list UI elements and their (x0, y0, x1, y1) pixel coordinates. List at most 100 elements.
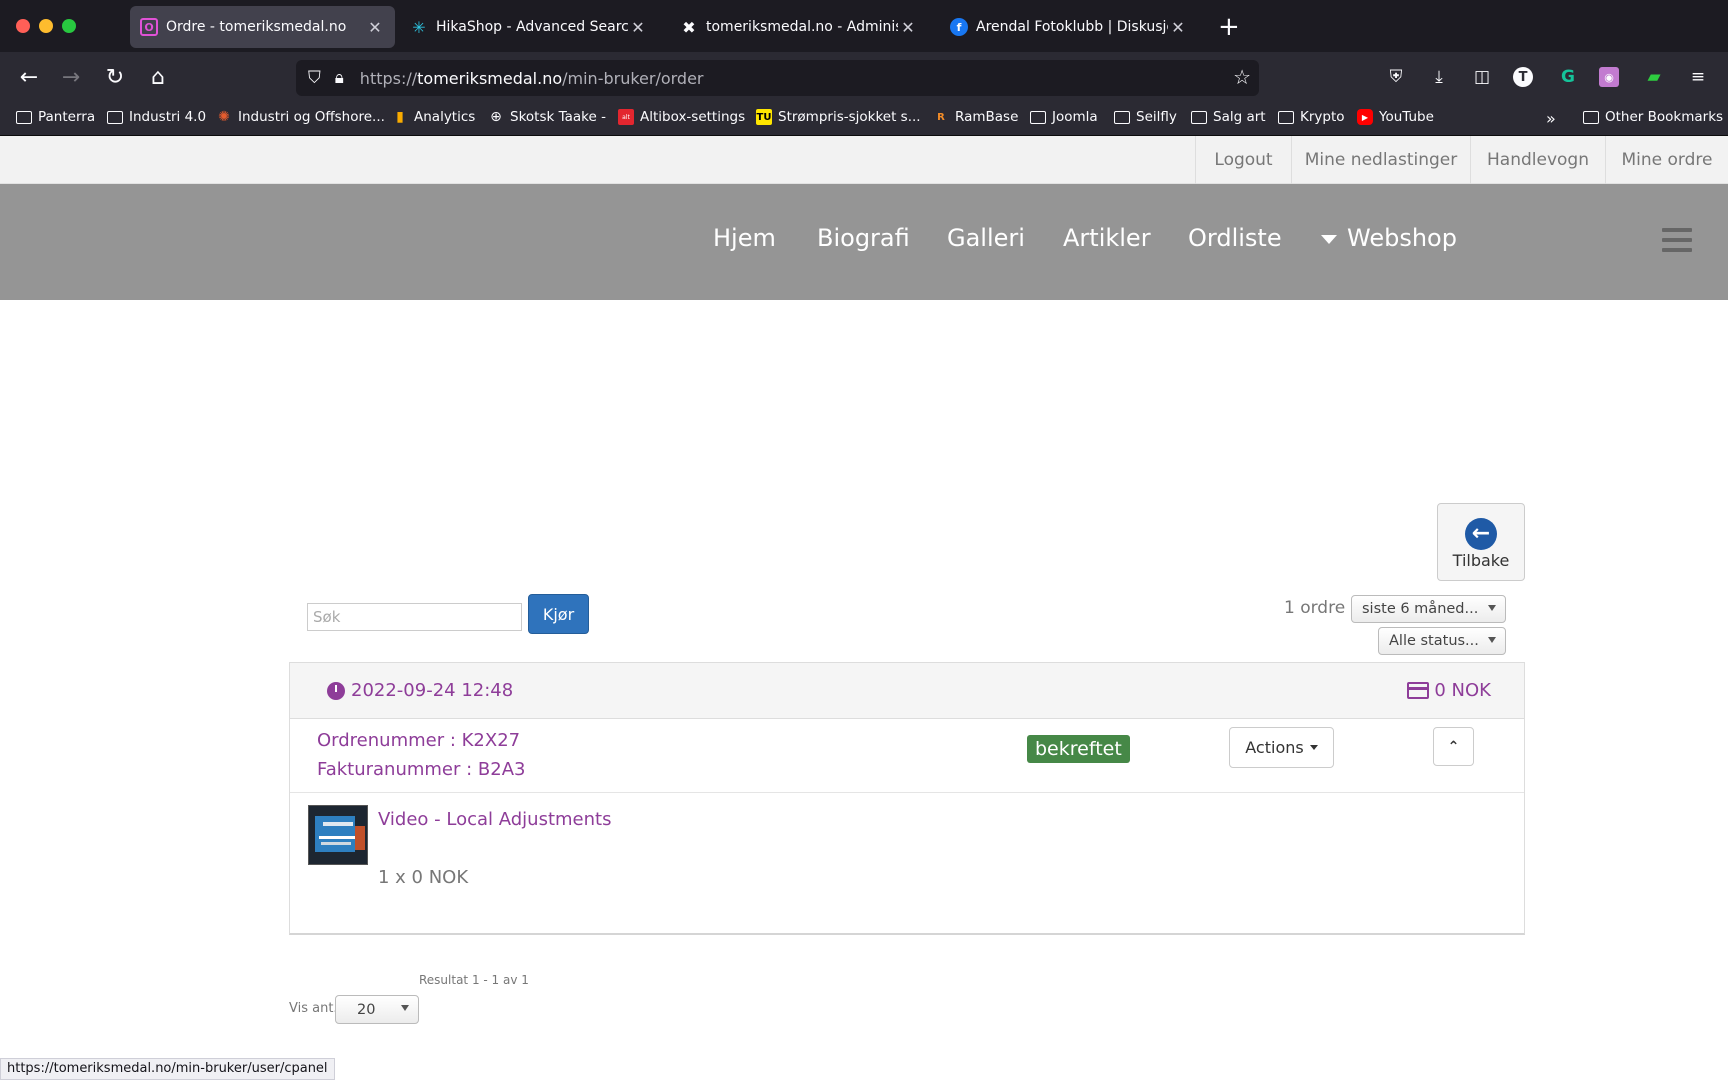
bookmark-krypto[interactable]: Krypto (1278, 109, 1345, 125)
tab-ordre[interactable]: O Ordre - tomeriksmedal.no ✕ (130, 6, 395, 48)
nav-ordliste[interactable]: Ordliste (1188, 224, 1282, 252)
url-scheme: https:// (359, 68, 418, 88)
order-total: 0 NOK (1407, 680, 1491, 701)
nav-webshop[interactable]: Webshop (1321, 224, 1457, 252)
money-extension-icon[interactable]: ▰ (1642, 65, 1666, 89)
youtube-icon: ▶ (1357, 109, 1373, 125)
back-button[interactable]: ← Tilbake (1437, 503, 1525, 581)
bookmark-analytics[interactable]: ▮ Analytics (392, 109, 475, 125)
bookmark-label: YouTube (1379, 109, 1434, 125)
tab-close-icon[interactable]: ✕ (1168, 18, 1188, 37)
cart-link[interactable]: Handlevogn (1470, 136, 1605, 184)
product-thumbnail[interactable] (308, 805, 368, 865)
search-input[interactable] (307, 603, 522, 631)
downloads-link[interactable]: Mine nedlastinger (1291, 136, 1470, 184)
maximize-window-button[interactable] (62, 19, 76, 33)
bookmark-star-icon[interactable]: ☆ (1233, 65, 1251, 89)
back-arrow-icon[interactable]: ← (14, 62, 44, 92)
sidebar-icon[interactable]: ◫ (1470, 65, 1494, 89)
bookmark-label: Strømpris-sjokket s... (778, 109, 921, 125)
bookmark-label: Panterra (38, 109, 96, 125)
url-bar[interactable]: ⛉ 🔒︎ https://tomeriksmedal.no/min-bruker… (296, 60, 1259, 96)
bookmark-skotsk-taake[interactable]: ⊕ Skotsk Taake - (488, 109, 606, 125)
actions-dropdown-button[interactable]: Actions (1229, 727, 1334, 768)
chevron-more-icon[interactable]: » (1546, 109, 1556, 128)
shield-icon[interactable]: ⛉ (308, 68, 321, 88)
product-name-link[interactable]: Video - Local Adjustments (378, 809, 611, 830)
grammarly-icon[interactable]: G (1556, 65, 1580, 89)
bookmark-seilfly[interactable]: Seilfly (1114, 109, 1177, 125)
url-text[interactable]: https://tomeriksmedal.no/min-bruker/orde… (360, 69, 704, 88)
divider (290, 792, 1524, 793)
link-status-bar: https://tomeriksmedal.no/min-bruker/user… (0, 1058, 335, 1080)
bookmark-youtube[interactable]: ▶ YouTube (1357, 109, 1434, 125)
tab-close-icon[interactable]: ✕ (898, 18, 918, 37)
folder-icon (1583, 110, 1599, 124)
url-domain: tomeriksmedal.no (417, 68, 563, 88)
home-icon[interactable]: ⌂ (143, 62, 173, 92)
orders-link[interactable]: Mine ordre (1605, 136, 1728, 184)
nav-galleri[interactable]: Galleri (947, 224, 1025, 252)
collapse-toggle-button[interactable]: ⌃ (1433, 727, 1474, 766)
logout-link[interactable]: Logout (1195, 136, 1291, 184)
invoice-number-link[interactable]: Fakturanummer : B2A3 (317, 759, 526, 780)
bookmark-industri-offshore[interactable]: ✺ Industri og Offshore... (216, 109, 385, 125)
folder-icon (1114, 110, 1130, 124)
bookmark-label: Other Bookmarks (1605, 109, 1724, 125)
bookmark-salg-art[interactable]: Salg art (1191, 109, 1266, 125)
tu-icon: TU (756, 109, 772, 125)
pocket-icon[interactable]: ⛨ (1384, 65, 1408, 89)
bookmark-rambase[interactable]: R RamBase (933, 109, 1018, 125)
hamburger-menu-icon[interactable] (1662, 228, 1692, 258)
download-icon[interactable]: ⤓ (1427, 65, 1451, 89)
per-page-select[interactable]: 20 (335, 995, 419, 1024)
chevron-down-icon (1488, 637, 1496, 643)
order-number-link[interactable]: Ordrenummer : K2X27 (317, 730, 520, 751)
caret-down-icon (1321, 234, 1337, 244)
tab-administration[interactable]: ✖ tomeriksmedal.no - Administrati ✕ (670, 6, 928, 48)
site-favicon-icon: O (140, 18, 158, 36)
bookmark-label: Altibox-settings (640, 109, 746, 125)
bookmark-industri-40[interactable]: Industri 4.0 (107, 109, 206, 125)
forward-arrow-icon[interactable]: → (56, 62, 86, 92)
close-window-button[interactable] (16, 19, 30, 33)
order-card-header: 2022-09-24 12:48 0 NOK (290, 663, 1524, 719)
extension-t-icon[interactable]: T (1513, 67, 1533, 87)
order-count: 1 ordre (1284, 598, 1346, 618)
reload-icon[interactable]: ↻ (100, 62, 130, 92)
folder-icon (1278, 110, 1294, 124)
main-navigation: Hjem Biografi Galleri Artikler Ordliste … (0, 184, 1728, 300)
lock-icon[interactable]: 🔒︎ (335, 68, 344, 88)
minimize-window-button[interactable] (39, 19, 53, 33)
search-submit-button[interactable]: Kjør (528, 594, 589, 634)
other-bookmarks[interactable]: Other Bookmarks (1583, 109, 1723, 125)
tab-close-icon[interactable]: ✕ (628, 18, 648, 37)
bookmark-label: Skotsk Taake - (510, 109, 606, 125)
app-menu-icon[interactable]: ≡ (1686, 65, 1710, 89)
tab-title: tomeriksmedal.no - Administrati (706, 19, 898, 35)
bookmark-joomla[interactable]: Joomla (1030, 109, 1098, 125)
globe-icon: ⊕ (490, 109, 502, 125)
order-total-text: 0 NOK (1434, 680, 1491, 701)
period-select-value: siste 6 måned... (1362, 601, 1479, 617)
bookmark-label: Industri 4.0 (129, 109, 207, 125)
bookmark-label: Salg art (1213, 109, 1266, 125)
screenshot-extension-icon[interactable]: ◉ (1599, 67, 1619, 87)
nav-artikler[interactable]: Artikler (1063, 224, 1151, 252)
new-tab-icon[interactable]: + (1218, 12, 1240, 42)
nav-hjem[interactable]: Hjem (713, 224, 776, 252)
tab-close-icon[interactable]: ✕ (365, 18, 385, 37)
joomla-favicon-icon: ✖ (682, 17, 696, 37)
tab-title: Ordre - tomeriksmedal.no (166, 19, 347, 35)
altibox-icon: alt (618, 109, 634, 125)
bookmark-altibox[interactable]: alt Altibox-settings (618, 109, 745, 125)
status-select[interactable]: Alle status... (1378, 627, 1506, 655)
tab-hikashop[interactable]: ✳ HikaShop - Advanced Search - H ✕ (400, 6, 658, 48)
folder-icon (16, 110, 32, 124)
tab-fotoklubb[interactable]: f Arendal Fotoklubb | Diskusjon og ✕ (940, 6, 1198, 48)
nav-biografi[interactable]: Biografi (817, 224, 910, 252)
bookmark-strompris[interactable]: TU Strømpris-sjokket s... (756, 109, 921, 125)
bookmark-panterra[interactable]: Panterra (16, 109, 95, 125)
period-select[interactable]: siste 6 måned... (1351, 595, 1506, 623)
folder-icon (1030, 110, 1046, 124)
